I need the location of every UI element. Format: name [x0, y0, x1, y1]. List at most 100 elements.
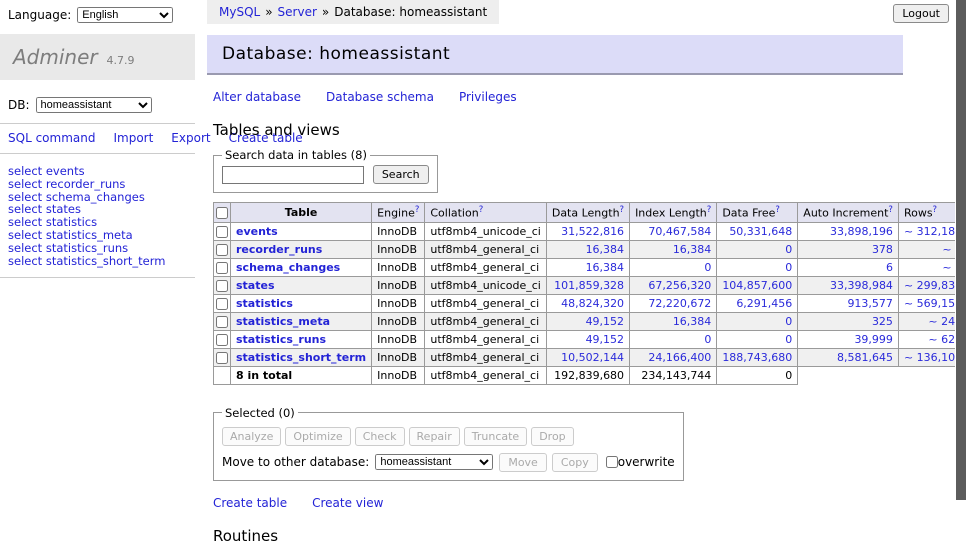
database-link[interactable]: Alter database: [213, 90, 301, 104]
truncate-button[interactable]: Truncate: [464, 427, 527, 446]
database-link[interactable]: Privileges: [459, 90, 517, 104]
table-row: statistics_metaInnoDButf8mb4_general_ci4…: [214, 312, 966, 330]
table-name-cell: statistics: [231, 294, 372, 312]
total-data-free-cell: 0: [717, 366, 798, 384]
sidebar-divider: [0, 277, 195, 278]
sidebar-select-link[interactable]: select statistics_runs: [8, 242, 195, 255]
index-length-cell: 72,220,672: [630, 294, 717, 312]
sidebar-select-link[interactable]: select statistics_meta: [8, 229, 195, 242]
data-length-cell: 31,522,816: [546, 222, 629, 240]
sidebar-divider: [0, 123, 195, 124]
engine-cell: InnoDB: [372, 330, 425, 348]
column-header-label: Rows: [904, 207, 933, 220]
search-button[interactable]: Search: [373, 165, 429, 184]
sidebar-action-link[interactable]: Import: [113, 131, 153, 145]
table-link[interactable]: recorder_runs: [236, 243, 322, 256]
engine-cell: InnoDB: [372, 258, 425, 276]
table-link[interactable]: statistics_short_term: [236, 351, 366, 364]
row-checkbox[interactable]: [216, 334, 228, 346]
column-header-label: Data Free: [722, 207, 775, 220]
column-help-link[interactable]: ?: [620, 205, 625, 215]
rows-count-link[interactable]: ~ 312,180: [904, 225, 962, 238]
select-all-checkbox[interactable]: [216, 207, 228, 219]
breadcrumb-link[interactable]: MySQL: [219, 5, 260, 19]
check-button[interactable]: Check: [355, 427, 405, 446]
logout-button[interactable]: Logout: [893, 4, 949, 23]
total-collation-cell: utf8mb4_general_ci: [425, 366, 546, 384]
collation-cell: utf8mb4_general_ci: [425, 330, 546, 348]
table-header-row: TableEngine?Collation?Data Length?Index …: [214, 203, 966, 223]
row-checkbox[interactable]: [216, 316, 228, 328]
index-length-cell: 67,256,320: [630, 276, 717, 294]
collation-cell: utf8mb4_general_ci: [425, 258, 546, 276]
row-checkbox[interactable]: [216, 352, 228, 364]
language-select[interactable]: English: [77, 7, 173, 23]
table-link[interactable]: statistics: [236, 297, 293, 310]
create-link[interactable]: Create view: [312, 496, 383, 510]
column-help-link[interactable]: ?: [707, 205, 712, 215]
rows-count-link[interactable]: ~ 136,108: [904, 351, 962, 364]
index-length-cell: 0: [630, 258, 717, 276]
row-checkbox[interactable]: [216, 298, 228, 310]
column-help-link[interactable]: ?: [888, 205, 893, 215]
column-help-link[interactable]: ?: [775, 205, 780, 215]
scrollbar-thumb[interactable]: [956, 0, 966, 500]
column-header-label: Data Length: [552, 207, 620, 220]
data-free-cell: 0: [717, 240, 798, 258]
collation-cell: utf8mb4_unicode_ci: [425, 276, 546, 294]
table-name-cell: schema_changes: [231, 258, 372, 276]
table-link[interactable]: events: [236, 225, 278, 238]
breadcrumb-link[interactable]: Server: [278, 5, 317, 19]
overwrite-option: overwrite: [606, 455, 675, 469]
row-check-cell: [214, 258, 231, 276]
language-row: Language: English: [8, 7, 195, 23]
table-name-cell: statistics_meta: [231, 312, 372, 330]
copy-button[interactable]: Copy: [552, 453, 598, 472]
data-free-cell: 104,857,600: [717, 276, 798, 294]
page-title: Database: homeassistant: [207, 35, 903, 75]
table-name-cell: statistics_short_term: [231, 348, 372, 366]
sidebar-action-link[interactable]: Export: [171, 131, 210, 145]
move-database-select[interactable]: homeassistant: [375, 454, 493, 470]
table-link[interactable]: statistics_runs: [236, 333, 326, 346]
database-link[interactable]: Database schema: [326, 90, 434, 104]
scrollbar-track[interactable]: [955, 0, 966, 543]
data-length-cell: 16,384: [546, 258, 629, 276]
column-help-link[interactable]: ?: [479, 205, 484, 215]
search-input[interactable]: [222, 166, 364, 184]
column-header: Data Free?: [717, 203, 798, 223]
rows-count-link[interactable]: ~ 569,159: [904, 297, 962, 310]
overwrite-checkbox[interactable]: [606, 456, 618, 468]
optimize-button[interactable]: Optimize: [285, 427, 350, 446]
rows-count-link[interactable]: ~ 299,833: [904, 279, 962, 292]
row-checkbox[interactable]: [216, 262, 228, 274]
analyze-button[interactable]: Analyze: [222, 427, 281, 446]
table-link[interactable]: states: [236, 279, 275, 292]
sidebar-select-link[interactable]: select recorder_runs: [8, 178, 195, 191]
create-link[interactable]: Create table: [213, 496, 287, 510]
drop-button[interactable]: Drop: [531, 427, 573, 446]
data-free-cell: 0: [717, 258, 798, 276]
repair-button[interactable]: Repair: [409, 427, 460, 446]
sidebar-select-link[interactable]: select statistics_short_term: [8, 255, 195, 268]
data-free-cell: 0: [717, 330, 798, 348]
db-select[interactable]: homeassistant: [36, 97, 152, 113]
column-help-link[interactable]: ?: [933, 205, 938, 215]
sidebar-action-link[interactable]: SQL command: [8, 131, 95, 145]
row-checkbox[interactable]: [216, 280, 228, 292]
table-row: statesInnoDButf8mb4_unicode_ci101,859,32…: [214, 276, 966, 294]
auto-increment-cell: 913,577: [798, 294, 899, 312]
total-blank-cell: [798, 366, 899, 384]
row-checkbox[interactable]: [216, 244, 228, 256]
column-header: Engine?: [372, 203, 425, 223]
table-link[interactable]: statistics_meta: [236, 315, 330, 328]
sidebar-action-links: SQL commandImportExportCreate table: [8, 131, 186, 146]
row-checkbox[interactable]: [216, 226, 228, 238]
sidebar-select-link[interactable]: select events: [8, 165, 195, 178]
index-length-cell: 16,384: [630, 312, 717, 330]
column-help-link[interactable]: ?: [415, 205, 420, 215]
collation-cell: utf8mb4_general_ci: [425, 294, 546, 312]
table-link[interactable]: schema_changes: [236, 261, 340, 274]
move-button[interactable]: Move: [499, 453, 547, 472]
total-label-cell: 8 in total: [231, 366, 372, 384]
